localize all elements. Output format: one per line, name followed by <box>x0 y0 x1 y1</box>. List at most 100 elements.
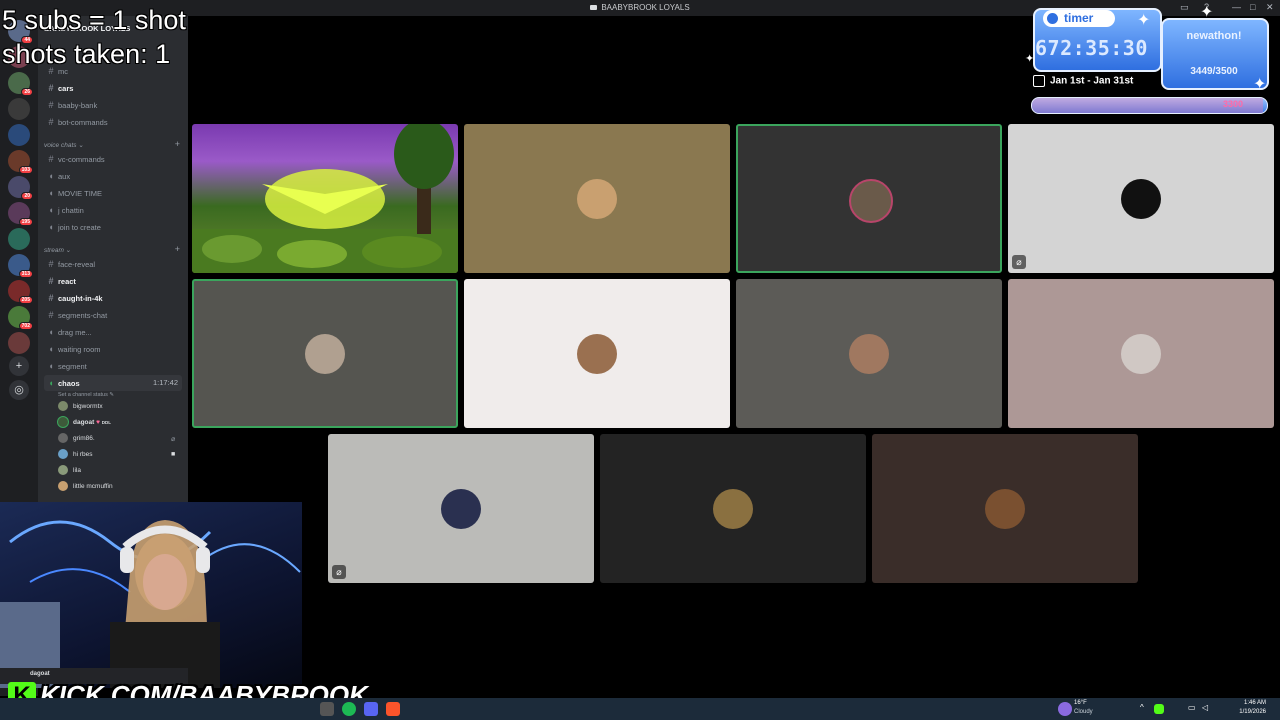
server-icon[interactable] <box>8 98 30 120</box>
app-icon[interactable] <box>320 702 334 716</box>
voice-user[interactable]: grim86. <box>58 432 95 446</box>
channel-aux[interactable]: ◖ aux <box>44 168 70 184</box>
hash-icon: # <box>48 154 54 164</box>
spotify-icon[interactable] <box>342 702 356 716</box>
channel-react[interactable]: # react <box>44 273 75 289</box>
hash-icon: # <box>48 100 54 110</box>
weather-temp: 16°F <box>1074 700 1087 706</box>
channel-j-chattin[interactable]: ◖ j chattin <box>44 202 84 218</box>
hash-icon: # <box>48 117 54 127</box>
video-tile[interactable] <box>600 434 866 583</box>
avatar <box>58 449 68 460</box>
channel-segment[interactable]: ◖ segment <box>44 358 87 374</box>
channel-bot-commands[interactable]: # bot-commands <box>44 114 107 130</box>
minimize-button[interactable]: — <box>1232 2 1241 12</box>
category-stream[interactable]: stream ⌄ <box>44 246 71 254</box>
add-server-icon[interactable]: + <box>9 356 29 376</box>
channel-caught-in-4k[interactable]: # caught-in-4k <box>44 290 102 306</box>
video-tile[interactable] <box>1008 279 1274 428</box>
channel-waiting-room[interactable]: ◖ waiting room <box>44 341 100 357</box>
voice-user[interactable]: bigwormtx <box>58 400 103 414</box>
add-channel-icon[interactable]: + <box>175 244 180 254</box>
category-voice-chats[interactable]: voice chats ⌄ <box>44 141 84 149</box>
maximize-button[interactable]: □ <box>1250 2 1255 12</box>
server-icon[interactable] <box>8 332 30 354</box>
speaker-icon: ◖ <box>48 327 54 337</box>
speaker-icon: ◖ <box>48 171 54 181</box>
kick-tray-icon[interactable] <box>1154 704 1164 714</box>
channel-vc-commands[interactable]: # vc-commands <box>44 151 104 167</box>
server-icon[interactable]: 313 <box>8 254 33 278</box>
channel-join-to-create[interactable]: ◖ join to create <box>44 219 101 235</box>
avatar <box>713 489 753 529</box>
avatar <box>441 489 481 529</box>
chevron-up-icon[interactable]: ^ <box>1140 703 1144 712</box>
channel-movie-time[interactable]: ◖ MOVIE TIME <box>44 185 102 201</box>
channel-cars[interactable]: # cars <box>44 80 73 96</box>
video-tile[interactable]: ⌀ <box>1008 124 1274 273</box>
avatar <box>1121 179 1161 219</box>
camera-icon: ■ <box>171 451 176 458</box>
sparkle-icon: ✦ <box>1137 12 1151 29</box>
stream-preview <box>192 124 458 273</box>
speaker-icon: ◖ <box>48 361 54 371</box>
server-icon[interactable] <box>8 124 30 146</box>
discord-icon <box>590 5 598 11</box>
avatar <box>58 481 68 492</box>
voice-user[interactable]: hi rbes <box>58 448 93 462</box>
channel-drag-me[interactable]: ◖ drag me... <box>44 324 91 340</box>
hash-icon: # <box>48 83 54 93</box>
discover-icon[interactable]: ◎ <box>9 380 29 400</box>
avatar <box>305 334 345 374</box>
hash-icon: # <box>48 276 54 286</box>
brave-icon[interactable] <box>386 702 400 716</box>
video-tile-stream[interactable] <box>192 124 458 273</box>
speaker-icon: ◖ <box>48 205 54 215</box>
speaker-icon: ◖ <box>48 188 54 198</box>
server-icon[interactable]: 205 <box>8 280 33 304</box>
timer-label: timer <box>1043 10 1115 27</box>
server-icon[interactable]: 20 <box>8 176 33 200</box>
discord-icon[interactable] <box>364 702 378 716</box>
clock-date[interactable]: 1/19/2026 <box>1226 709 1266 715</box>
avatar <box>849 334 889 374</box>
video-tile[interactable] <box>736 124 1002 273</box>
shots-taken-text: shots taken: 1 <box>2 39 171 69</box>
add-channel-icon[interactable]: + <box>175 139 180 149</box>
goal-progress-bar: 3300 <box>1031 97 1268 114</box>
timer-value: 672:35:30 <box>1035 36 1148 60</box>
video-tile[interactable] <box>872 434 1138 583</box>
close-button[interactable]: ✕ <box>1266 2 1274 13</box>
video-tile[interactable] <box>192 279 458 428</box>
channel-list: BAABYBROOK LOYALS # mc # cars # baaby-bank … <box>38 16 188 502</box>
server-icon[interactable]: 195 <box>8 202 33 226</box>
video-tile[interactable] <box>464 279 730 428</box>
server-icon[interactable]: 702 <box>8 306 33 330</box>
server-icon[interactable] <box>8 228 30 250</box>
channel-face-reveal[interactable]: # face-reveal <box>44 256 95 272</box>
voice-user[interactable]: little mcmuffin <box>58 480 113 494</box>
hash-icon: # <box>48 259 54 269</box>
speaker-icon: ◖ <box>48 378 54 388</box>
webcam-feed <box>0 520 301 688</box>
weather-icon[interactable] <box>1058 702 1072 716</box>
video-tile[interactable]: ⌀ <box>328 434 594 583</box>
voice-user[interactable]: dagoat ♥ DDL <box>58 416 111 430</box>
heart-icon: ♥ <box>96 419 100 426</box>
network-icon[interactable]: ▭ <box>1188 703 1196 712</box>
video-tile[interactable] <box>736 279 1002 428</box>
inbox-icon[interactable]: ▭ <box>1180 2 1189 13</box>
video-tile[interactable] <box>464 124 730 273</box>
weather-desc: Cloudy <box>1074 709 1093 715</box>
server-icon[interactable]: 103 <box>8 150 33 174</box>
server-icon[interactable]: 26 <box>8 72 33 96</box>
volume-icon[interactable]: ◁ <box>1202 703 1208 712</box>
sparkle-icon: ✦ <box>1025 53 1035 65</box>
channel-baaby-bank[interactable]: # baaby-bank <box>44 97 97 113</box>
avatar <box>577 334 617 374</box>
clock-time[interactable]: 1:46 AM <box>1226 700 1266 706</box>
channel-segments-chat[interactable]: # segments-chat <box>44 307 107 323</box>
sparkle-icon: ✦ <box>1253 76 1267 93</box>
voice-user[interactable]: lila <box>58 464 81 478</box>
avatar <box>985 489 1025 529</box>
